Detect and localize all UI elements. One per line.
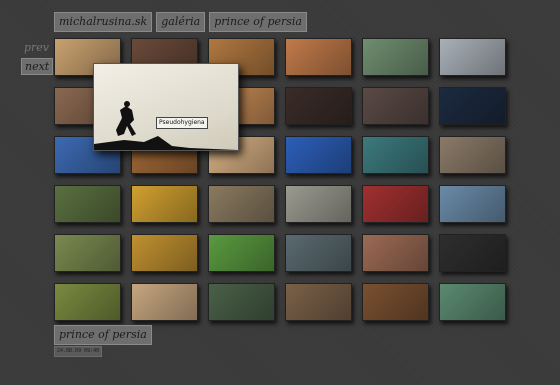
photo-thumbnail[interactable] bbox=[362, 38, 429, 76]
photo-thumbnail[interactable] bbox=[131, 234, 198, 272]
photo-thumbnail[interactable] bbox=[285, 234, 352, 272]
photo-thumbnail[interactable] bbox=[439, 38, 506, 76]
breadcrumb: michalrusina.sk galéria prince of persia bbox=[54, 12, 307, 32]
photo-thumbnail[interactable] bbox=[285, 38, 352, 76]
photo-thumbnail[interactable] bbox=[362, 185, 429, 223]
photo-thumbnail[interactable] bbox=[362, 87, 429, 125]
photo-thumbnail[interactable] bbox=[439, 234, 506, 272]
photo-thumbnail[interactable] bbox=[362, 136, 429, 174]
photo-thumbnail[interactable] bbox=[208, 283, 275, 321]
album-title[interactable]: prince of persia bbox=[54, 325, 152, 345]
image-tooltip: Pseudohygiena bbox=[156, 117, 208, 129]
photo-thumbnail[interactable] bbox=[285, 136, 352, 174]
photo-thumbnail[interactable] bbox=[131, 283, 198, 321]
crumb-gallery-link[interactable]: galéria bbox=[156, 12, 206, 32]
silhouette-image bbox=[94, 101, 238, 150]
photo-thumbnail[interactable] bbox=[54, 185, 121, 223]
photo-thumbnail[interactable] bbox=[285, 87, 352, 125]
photo-thumbnail[interactable] bbox=[362, 234, 429, 272]
photo-thumbnail[interactable] bbox=[439, 185, 506, 223]
next-button[interactable]: next bbox=[21, 58, 54, 75]
photo-preview[interactable] bbox=[93, 63, 239, 151]
album-date: 24.08.09 09:40 bbox=[54, 346, 103, 357]
photo-thumbnail[interactable] bbox=[362, 283, 429, 321]
photo-thumbnail[interactable] bbox=[208, 234, 275, 272]
crumb-home-link[interactable]: michalrusina.sk bbox=[54, 12, 153, 32]
photo-thumbnail[interactable] bbox=[285, 185, 352, 223]
photo-thumbnail[interactable] bbox=[439, 283, 506, 321]
photo-thumbnail[interactable] bbox=[131, 185, 198, 223]
photo-thumbnail[interactable] bbox=[54, 283, 121, 321]
prev-button[interactable]: prev bbox=[21, 40, 52, 55]
photo-thumbnail[interactable] bbox=[439, 136, 506, 174]
crumb-album-link[interactable]: prince of persia bbox=[209, 12, 307, 32]
photo-thumbnail[interactable] bbox=[439, 87, 506, 125]
photo-thumbnail[interactable] bbox=[54, 234, 121, 272]
photo-thumbnail[interactable] bbox=[285, 283, 352, 321]
photo-thumbnail[interactable] bbox=[208, 185, 275, 223]
